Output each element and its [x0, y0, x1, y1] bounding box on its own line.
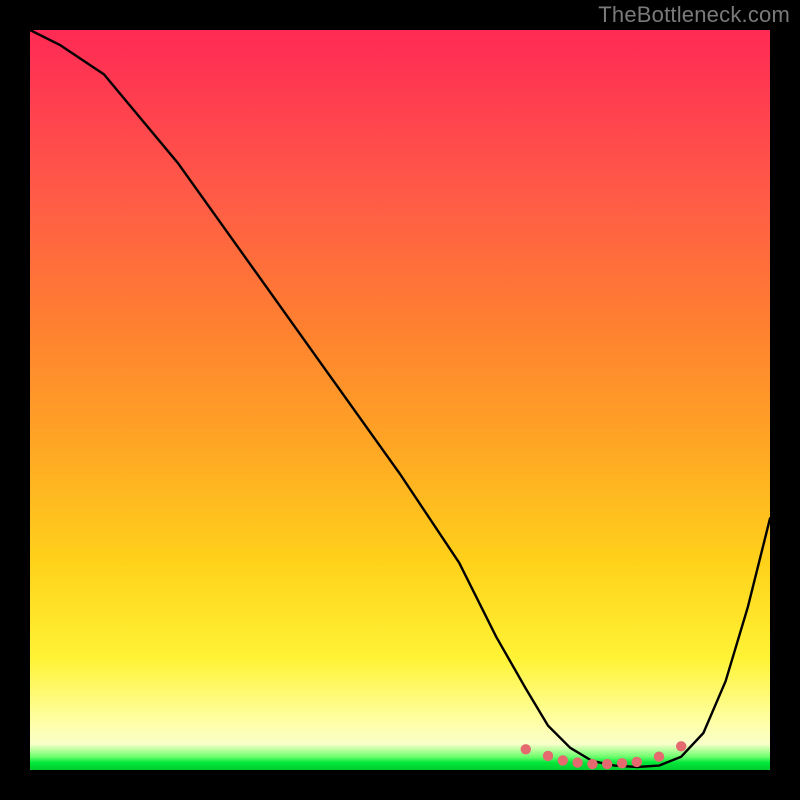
bottleneck-curve [30, 30, 770, 767]
chart-gradient-area [30, 30, 770, 770]
chart-svg [30, 30, 770, 770]
marker-dot [558, 755, 568, 765]
marker-dot [572, 757, 582, 767]
marker-dot [617, 758, 627, 768]
marker-dot [543, 751, 553, 761]
marker-dot [587, 759, 597, 769]
chart-frame [24, 24, 776, 776]
marker-dot [676, 741, 686, 751]
marker-dot [521, 744, 531, 754]
marker-dot [602, 759, 612, 769]
marker-dot [654, 752, 664, 762]
marker-dot [632, 757, 642, 767]
